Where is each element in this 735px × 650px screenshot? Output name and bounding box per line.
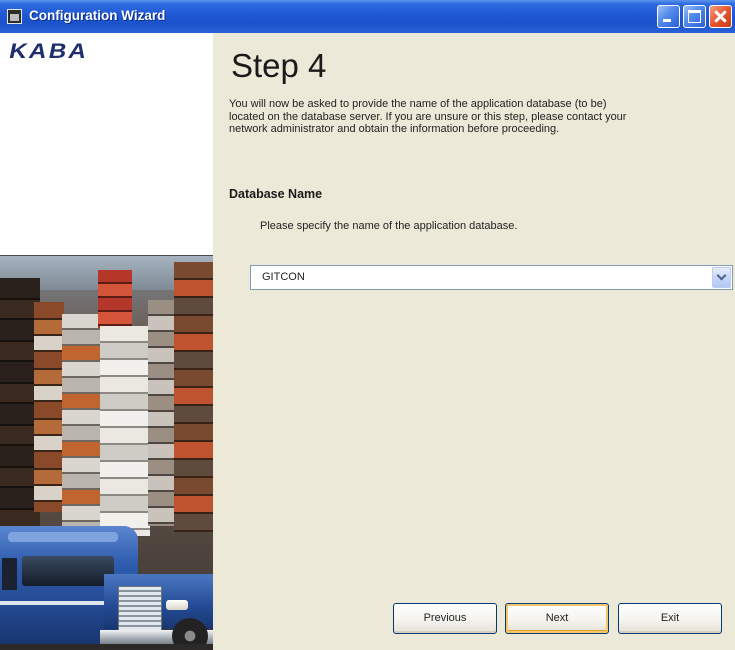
photo-truck-windshield bbox=[22, 556, 114, 586]
page-title: Step 4 bbox=[231, 47, 327, 84]
photo-truck-roof bbox=[8, 532, 118, 542]
app-icon[interactable] bbox=[7, 9, 22, 24]
photo-container-stack bbox=[98, 270, 132, 328]
dropdown-button[interactable] bbox=[712, 267, 731, 288]
previous-button[interactable]: Previous bbox=[393, 603, 497, 634]
minimize-button[interactable] bbox=[657, 5, 680, 28]
title-bar[interactable]: Configuration Wizard bbox=[0, 0, 735, 33]
wizard-window: Configuration Wizard KABA Step 4 You wil… bbox=[0, 0, 735, 650]
branding-panel: KABA bbox=[0, 33, 213, 255]
exit-button[interactable]: Exit bbox=[618, 603, 722, 634]
description-line: You will now be asked to provide the nam… bbox=[229, 98, 607, 110]
maximize-button[interactable] bbox=[683, 5, 706, 28]
photo-container-stack bbox=[100, 326, 150, 536]
app-icon-screen bbox=[10, 14, 19, 21]
maximize-icon bbox=[688, 10, 701, 23]
photo-container-stack bbox=[148, 300, 176, 526]
step-description: You will now be asked to provide the nam… bbox=[229, 98, 734, 136]
photo-road bbox=[0, 644, 213, 650]
database-name-value: GITCON bbox=[262, 271, 305, 283]
database-name-heading: Database Name bbox=[229, 187, 323, 201]
photo-container-stack bbox=[34, 302, 64, 512]
next-button[interactable]: Next bbox=[505, 603, 609, 634]
close-button[interactable] bbox=[709, 5, 732, 28]
window-title: Configuration Wizard bbox=[29, 8, 166, 23]
photo-container-stack bbox=[174, 262, 213, 532]
database-name-combobox[interactable]: GITCON bbox=[250, 265, 733, 290]
kaba-logo: KABA bbox=[7, 40, 91, 63]
minimize-icon bbox=[663, 19, 671, 22]
database-instruction: Please specify the name of the applicati… bbox=[260, 220, 518, 232]
photo-truck-headlight bbox=[166, 600, 188, 610]
description-line: network administrator and obtain the inf… bbox=[229, 123, 560, 135]
description-line: located on the database server. If you a… bbox=[229, 110, 627, 123]
photo-container-stack bbox=[62, 314, 102, 534]
photo-truck-side-window bbox=[2, 558, 17, 590]
chevron-down-icon bbox=[716, 270, 727, 281]
header-photo bbox=[0, 255, 213, 650]
